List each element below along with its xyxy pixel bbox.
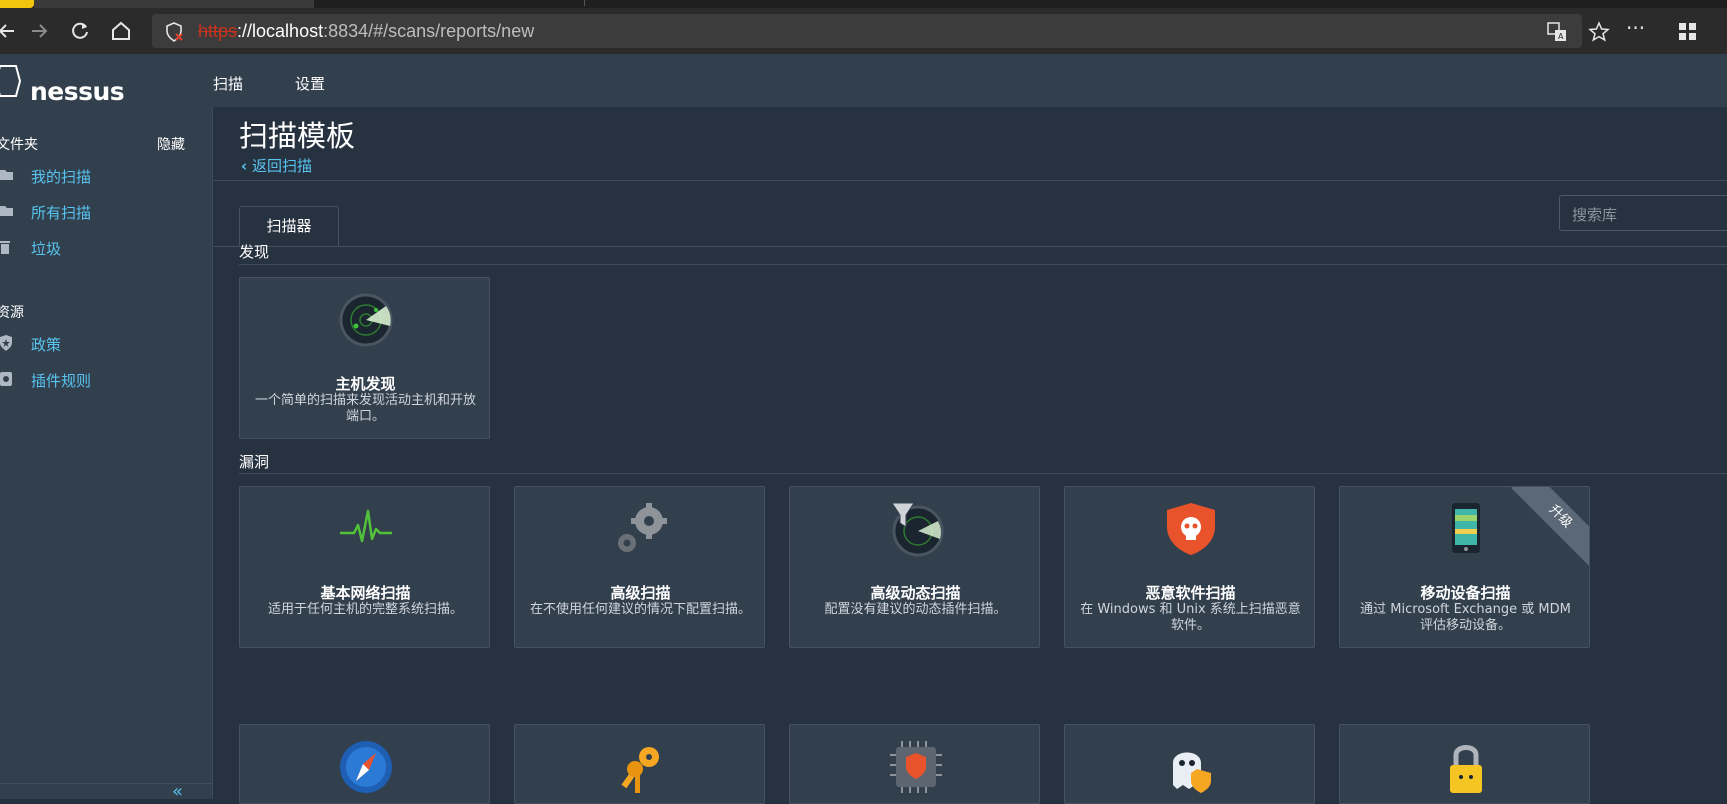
section-discovery: 发现	[239, 243, 270, 261]
section-divider	[239, 473, 1727, 474]
template-card-mobile-device-scan[interactable]: 升级 移动设备扫描 通过 Microsoft Exchange 或 MDM 评估…	[1339, 486, 1590, 648]
back-arrow-icon[interactable]	[0, 18, 20, 44]
gears-icon	[613, 501, 669, 557]
collapse-sidebar-bar[interactable]: «	[0, 781, 213, 802]
sidebar-item-trash[interactable]: 垃圾	[0, 235, 200, 261]
card-description: 在不使用任何建议的情况下配置扫描。	[529, 602, 751, 617]
section-divider	[239, 264, 1727, 265]
forward-arrow-icon[interactable]	[26, 18, 52, 44]
card-title: 移动设备扫描	[1420, 584, 1511, 602]
sidebar: 文件夹 隐藏 我的扫描 所有扫描 垃圾 资源 政策 插件规则 «	[0, 107, 213, 802]
folders-header: 文件夹	[0, 137, 38, 153]
card-description: 一个简单的扫描来发现活动主机和开放端口。	[254, 393, 476, 424]
card-description: 配置没有建议的动态插件扫描。	[824, 602, 1007, 617]
browser-tab-strip	[0, 0, 1727, 8]
sidebar-item-plugin-rules[interactable]: 插件规则	[0, 367, 200, 393]
more-options-icon[interactable]: ···	[1626, 16, 1645, 40]
card-title: 主机发现	[335, 375, 396, 393]
compass-icon	[338, 739, 394, 795]
reload-icon[interactable]	[67, 18, 93, 44]
card-description: 适用于任何主机的完整系统扫描。	[267, 602, 463, 617]
translate-icon[interactable]: A	[1546, 21, 1568, 48]
mobile-icon	[1438, 501, 1494, 557]
apps-grid-icon[interactable]	[1678, 22, 1698, 46]
url-text[interactable]: https://localhost:8834/#/scans/reports/n…	[198, 21, 534, 42]
svg-text:A: A	[1558, 32, 1564, 41]
pulse-icon	[338, 501, 394, 557]
sidebar-item-my-scans[interactable]: 我的扫描	[0, 163, 200, 189]
tab-underline	[214, 246, 1727, 247]
card-description: 在 Windows 和 Unix 系统上扫描恶意软件。	[1080, 602, 1301, 633]
padlock-icon	[1438, 739, 1494, 795]
favorite-star-icon[interactable]	[1588, 21, 1610, 48]
template-card-basic-network-scan[interactable]: 基本网络扫描 适用于任何主机的完整系统扫描。	[239, 486, 490, 648]
chip-shield-icon	[888, 739, 944, 795]
browser-toolbar: https://localhost:8834/#/scans/reports/n…	[0, 8, 1727, 54]
address-bar[interactable]: https://localhost:8834/#/scans/reports/n…	[152, 14, 1645, 48]
section-vulnerabilities: 漏洞	[239, 453, 270, 471]
card-title: 恶意软件扫描	[1145, 584, 1236, 602]
folder-icon	[0, 203, 14, 222]
template-card-advanced-dynamic-scan[interactable]: 高级动态扫描 配置没有建议的动态插件扫描。	[789, 486, 1040, 648]
tab-scanners[interactable]: 扫描器	[239, 206, 339, 246]
upgrade-ribbon[interactable]: 升级	[1511, 487, 1589, 566]
keys-icon	[613, 739, 669, 795]
policy-icon	[0, 335, 14, 355]
sidebar-item-all-scans[interactable]: 所有扫描	[0, 199, 200, 225]
nav-settings[interactable]: 设置	[295, 73, 325, 94]
template-card-row3-4[interactable]	[1064, 724, 1315, 804]
not-secure-shield-icon[interactable]	[164, 22, 184, 46]
template-card-row3-5[interactable]	[1339, 724, 1590, 804]
search-library-input[interactable]: 搜索库	[1559, 195, 1727, 231]
nav-scans[interactable]: 扫描	[213, 73, 243, 94]
tab-separator	[584, 0, 585, 6]
card-title: 高级动态扫描	[870, 584, 961, 602]
plugin-rules-icon	[0, 371, 14, 391]
template-card-malware-scan[interactable]: 恶意软件扫描 在 Windows 和 Unix 系统上扫描恶意软件。	[1064, 486, 1315, 648]
resources-header: 资源	[0, 305, 24, 321]
template-card-host-discovery[interactable]: 主机发现 一个简单的扫描来发现活动主机和开放端口。	[239, 277, 490, 439]
radar-icon	[338, 292, 394, 348]
trash-icon	[0, 239, 14, 259]
browser-tab-favicon[interactable]	[0, 0, 34, 8]
chevron-left-icon: ‹	[241, 157, 248, 175]
home-icon[interactable]	[108, 18, 134, 44]
card-title: 基本网络扫描	[320, 584, 411, 602]
back-to-scans-link[interactable]: ‹ 返回扫描	[241, 155, 312, 176]
ghost-shield-icon	[1163, 739, 1219, 795]
divider	[214, 180, 1727, 181]
sidebar-item-policies[interactable]: 政策	[0, 331, 200, 357]
hide-sidebar-link[interactable]: 隐藏	[157, 134, 185, 154]
template-card-advanced-scan[interactable]: 高级扫描 在不使用任何建议的情况下配置扫描。	[514, 486, 765, 648]
template-card-row3-1[interactable]	[239, 724, 490, 804]
browser-tab[interactable]	[34, 0, 314, 8]
page-title: 扫描模板	[239, 119, 356, 153]
template-card-row3-2[interactable]	[514, 724, 765, 804]
card-title: 高级扫描	[610, 584, 671, 602]
card-description: 通过 Microsoft Exchange 或 MDM 评估移动设备。	[1360, 602, 1571, 633]
main-content: 扫描模板 ‹ 返回扫描 扫描器 搜索库 发现 主机发现 一个简单的扫描来发现活动…	[214, 107, 1727, 804]
app-header: nessus 扫描 设置	[0, 54, 1727, 107]
skull-shield-icon	[1163, 501, 1219, 557]
template-card-row3-3[interactable]	[789, 724, 1040, 804]
filter-radar-icon	[888, 501, 944, 557]
folder-icon	[0, 167, 14, 186]
